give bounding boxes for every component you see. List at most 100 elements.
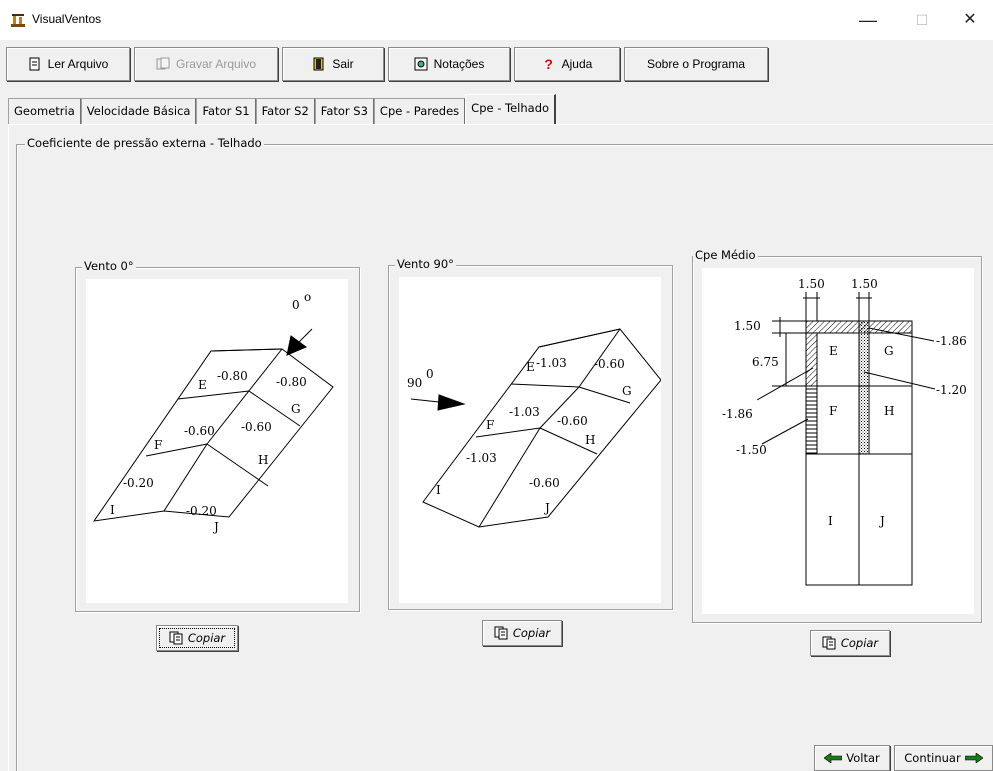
vento90-val-j: -0.60 (529, 476, 560, 490)
title-bar: VisualVentos — ☐ ✕ (0, 0, 993, 40)
tab-cpe-paredes[interactable]: Cpe - Paredes (373, 98, 466, 125)
vento90-diagram: 90 0 E -1.03 -0.60 G -1.03 -0.60 F H -1.… (399, 277, 661, 603)
app-icon (11, 14, 25, 27)
medio-zone-f: F (829, 404, 837, 418)
window-title: VisualVentos (32, 12, 102, 26)
help-icon: ? (544, 56, 553, 72)
medio-left-strip-upper (805, 332, 818, 387)
save-file-icon (156, 57, 170, 70)
vento90-zone-h: H (585, 433, 595, 447)
medio-left-strip-lower (805, 385, 818, 455)
vento0-zone-g: G (291, 402, 301, 416)
vento0-zone-e: E (198, 378, 207, 392)
vento90-val-i: -1.03 (466, 451, 497, 465)
medio-callout-top-right: -1.86 (936, 334, 967, 348)
medio-zone-i: I (828, 514, 833, 528)
medio-diagram: 1.50 1.50 1.50 6.75 E G F H I J -1.86 -1… (702, 268, 974, 614)
vento90-zone-e: E (526, 360, 535, 374)
arrow-right-icon (964, 753, 983, 763)
medio-dim-right: 1.50 (851, 277, 878, 291)
maximize-button[interactable]: ☐ (902, 6, 942, 34)
vento90-copy-label: Copiar (512, 626, 551, 640)
voltar-label: Voltar (846, 751, 880, 765)
arrow-left-icon (824, 753, 843, 763)
sair-label: Sair (332, 57, 354, 71)
tab-cpe-telhado[interactable]: Cpe - Telhado (465, 94, 557, 125)
tab-fator-s2[interactable]: Fator S2 (255, 98, 315, 125)
vento0-zone-i: I (110, 503, 115, 517)
medio-copy-button[interactable]: Copiar (810, 630, 890, 656)
medio-dim-side-top: 1.50 (734, 319, 761, 333)
vento90-val-h: -0.60 (557, 414, 588, 428)
vento0-val-i: -0.20 (123, 476, 154, 490)
vento90-line-ef (510, 383, 580, 388)
vento0-zone-j: J (212, 520, 219, 534)
ler-arquivo-button[interactable]: Ler Arquivo (6, 47, 130, 81)
tab-fator-s1[interactable]: Fator S1 (196, 98, 256, 125)
vento0-copy-button[interactable]: Copiar (156, 625, 238, 651)
medio-zone-g: G (884, 344, 894, 358)
vento90-title: Vento 90° (395, 257, 456, 271)
vento0-line-ef (177, 390, 250, 400)
notacoes-label: Notações (433, 57, 485, 71)
tab-fator-s3[interactable]: Fator S3 (314, 98, 374, 125)
notacoes-button[interactable]: Notações (388, 47, 510, 81)
vento0-val-j: -0.20 (186, 504, 217, 518)
gravar-arquivo-button[interactable]: Gravar Arquivo (134, 47, 278, 81)
vento0-angle: 0 (292, 298, 300, 312)
medio-zone-e: E (829, 344, 838, 358)
vento0-wind-arrow (286, 335, 308, 356)
sobre-label: Sobre o Programa (646, 57, 746, 71)
vento90-copy-button[interactable]: Copiar (482, 620, 562, 646)
ajuda-button[interactable]: ? Ajuda (514, 47, 620, 81)
vento90-zone-f: F (486, 418, 494, 432)
vento0-deg: o (304, 290, 311, 304)
exit-door-icon (313, 57, 324, 71)
tab-velocidade-basica[interactable]: Velocidade Básica (80, 98, 197, 125)
voltar-button[interactable]: Voltar (814, 745, 890, 771)
vento0-val-e: -0.80 (217, 369, 248, 383)
gravar-arquivo-label: Gravar Arquivo (175, 57, 257, 71)
vento90-deg: 0 (426, 367, 434, 381)
medio-zone-h: H (884, 404, 894, 418)
medio-zone-j: J (878, 514, 885, 528)
vento90-zone-g: G (622, 384, 632, 398)
minimize-button[interactable]: — (848, 6, 888, 34)
medio-copy-label: Copiar (840, 636, 879, 650)
medio-dim-left: 1.50 (798, 277, 825, 291)
medio-center-strip (858, 320, 870, 455)
vento90-zone-i: I (436, 483, 441, 497)
sobre-button[interactable]: Sobre o Programa (624, 47, 768, 81)
vento0-zone-h: H (258, 453, 268, 467)
vento0-val-h: -0.60 (241, 420, 272, 434)
medio-title: Cpe Médio (693, 248, 758, 262)
vento0-val-f: -0.60 (184, 424, 215, 438)
vento90-zone-j: J (543, 501, 550, 515)
sair-button[interactable]: Sair (282, 47, 384, 81)
continuar-label: Continuar (904, 751, 961, 765)
continuar-button[interactable]: Continuar (894, 745, 993, 771)
copy-icon (822, 636, 836, 650)
vento0-copy-label: Copiar (187, 631, 226, 645)
ler-arquivo-label: Ler Arquivo (47, 57, 109, 71)
vento90-val-g: -0.60 (594, 357, 625, 371)
notes-icon (414, 57, 428, 71)
copy-icon (169, 631, 183, 645)
vento90-val-e: -1.03 (536, 356, 567, 370)
vento0-val-g: -0.80 (276, 375, 307, 389)
medio-callout-left-lower: -1.50 (736, 443, 767, 457)
close-button[interactable]: ✕ (950, 6, 990, 34)
copy-icon (494, 626, 508, 640)
medio-callout-mid-right: -1.20 (936, 383, 967, 397)
telhado-group-title: Coeficiente de pressão externa - Telhado (25, 136, 264, 150)
medio-dim-side: 6.75 (752, 355, 779, 369)
vento90-angle: 90 (407, 376, 422, 390)
tab-geometria[interactable]: Geometria (8, 98, 81, 125)
vento0-title: Vento 0° (82, 259, 136, 273)
medio-callout-left-upper: -1.86 (722, 407, 753, 421)
vento0-diagram: 0 o E -0.80 -0.80 G -0.60 -0.60 F H -0.2… (86, 279, 348, 603)
vento0-zone-f: F (154, 438, 162, 452)
open-file-icon (29, 57, 40, 71)
vento90-val-f: -1.03 (509, 405, 540, 419)
vento90-wind-arrow (437, 394, 466, 411)
